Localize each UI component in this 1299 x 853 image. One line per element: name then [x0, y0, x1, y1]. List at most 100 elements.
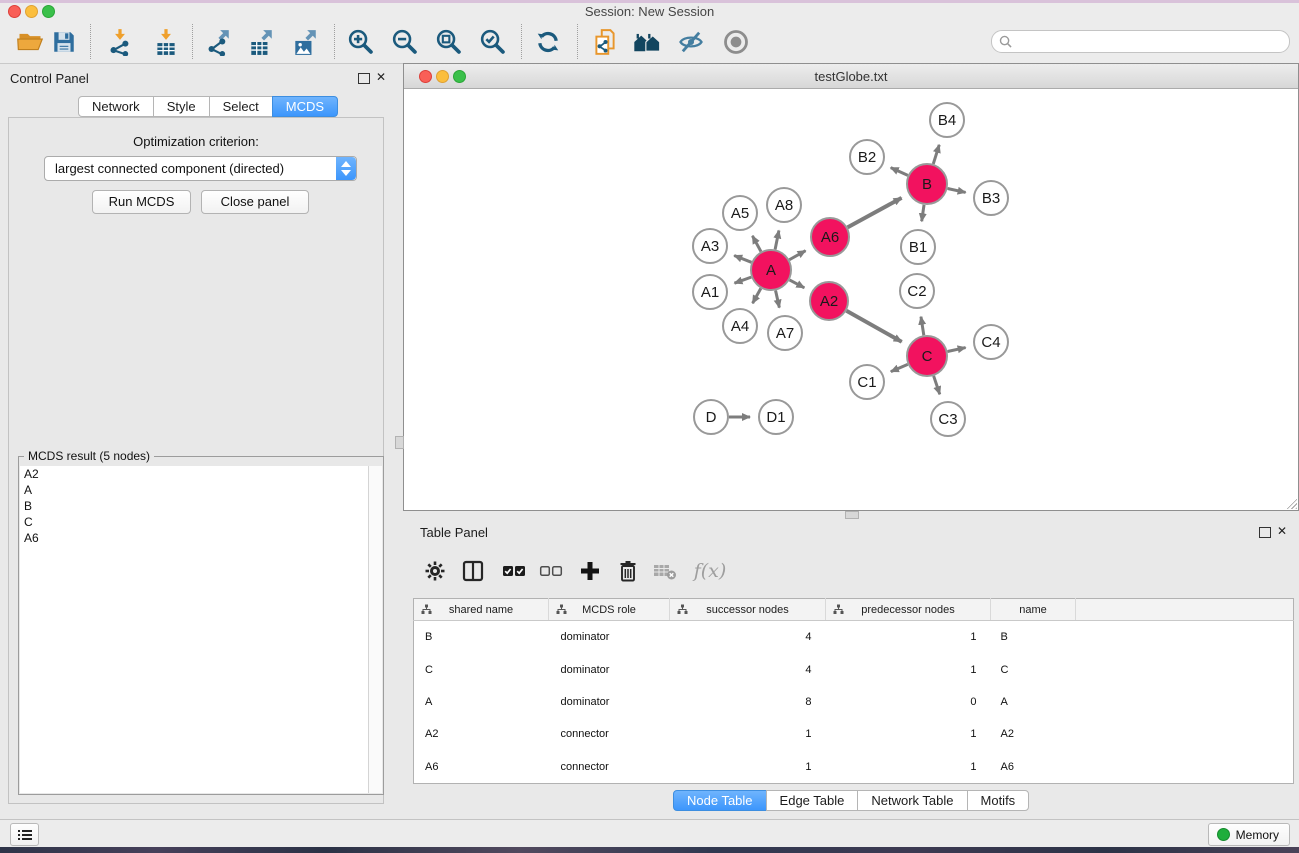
graph-edge[interactable]	[775, 230, 779, 249]
memory-button[interactable]: Memory	[1208, 823, 1290, 846]
open-file-button[interactable]	[15, 27, 45, 57]
mcds-result-list[interactable]: A2ABCA6	[20, 466, 369, 793]
tab-motifs[interactable]: Motifs	[967, 790, 1030, 811]
function-builder-button[interactable]: f(x)	[692, 557, 728, 585]
zoom-fit-button[interactable]	[434, 27, 464, 57]
toggle-panel-layout-button[interactable]	[459, 557, 487, 585]
zoom-out-button[interactable]	[390, 27, 420, 57]
mcds-result-item[interactable]: A2	[20, 466, 369, 482]
select-all-button[interactable]	[500, 557, 528, 585]
duplicate-network-button[interactable]	[590, 27, 620, 57]
graph-node[interactable]: D1	[759, 400, 793, 434]
graph-node[interactable]: B2	[850, 140, 884, 174]
home-layout-button[interactable]	[632, 27, 662, 57]
graph-edge[interactable]	[752, 236, 761, 252]
import-network-button[interactable]	[105, 27, 135, 57]
table-panel-float-icon[interactable]	[1259, 527, 1271, 538]
close-panel-button[interactable]: Close panel	[201, 190, 309, 214]
column-header-mcds-role[interactable]: MCDS role	[549, 599, 670, 621]
graph-node[interactable]: A	[751, 250, 791, 290]
graph-node[interactable]: A5	[723, 196, 757, 230]
graph-node[interactable]: A4	[723, 309, 757, 343]
graph-edge[interactable]	[948, 348, 966, 352]
mcds-result-item[interactable]: B	[20, 498, 369, 514]
optimization-criterion-dropdown[interactable]: largest connected component (directed)	[44, 156, 357, 181]
show-details-button[interactable]	[721, 27, 751, 57]
table-row[interactable]: Adominator80A	[414, 686, 1294, 718]
tab-network[interactable]: Network	[78, 96, 154, 117]
export-image-button[interactable]	[290, 27, 320, 57]
table-panel-close-icon[interactable]: ✕	[1277, 524, 1287, 538]
zoom-in-button[interactable]	[346, 27, 376, 57]
column-header-predecessor-nodes[interactable]: predecessor nodes	[826, 599, 991, 621]
graph-node[interactable]: C4	[974, 325, 1008, 359]
graph-edge[interactable]	[789, 251, 805, 260]
graph-node[interactable]: A2	[810, 282, 848, 320]
import-table-button[interactable]	[151, 27, 181, 57]
tab-style[interactable]: Style	[153, 96, 210, 117]
graph-node[interactable]: C2	[900, 274, 934, 308]
graph-node[interactable]: B1	[901, 230, 935, 264]
graph-edge[interactable]	[921, 317, 924, 336]
add-column-button[interactable]	[576, 557, 604, 585]
graph-node[interactable]: B3	[974, 181, 1008, 215]
search-field[interactable]	[991, 30, 1290, 53]
table-row[interactable]: A2connector11A2	[414, 718, 1294, 750]
save-session-button[interactable]	[49, 27, 79, 57]
graph-edge[interactable]	[734, 277, 751, 283]
network-graph[interactable]: AA1A2A3A4A5A6A7A8BB1B2B3B4CC1C2C3C4DD1	[404, 88, 1296, 509]
graph-node[interactable]: D	[694, 400, 728, 434]
vertical-splitter-handle[interactable]	[395, 436, 404, 449]
column-header-shared-name[interactable]: shared name	[414, 599, 549, 621]
control-panel-close-icon[interactable]: ✕	[376, 70, 386, 84]
deselect-all-button[interactable]	[537, 557, 565, 585]
graph-node[interactable]: A7	[768, 316, 802, 350]
run-mcds-button[interactable]: Run MCDS	[92, 190, 191, 214]
graph-edge[interactable]	[846, 311, 901, 342]
graph-node[interactable]: A6	[811, 218, 849, 256]
graph-edge[interactable]	[848, 198, 902, 228]
column-header-successor-nodes[interactable]: successor nodes	[670, 599, 826, 621]
graph-node[interactable]: A3	[693, 229, 727, 263]
graph-edge[interactable]	[776, 290, 780, 307]
graph-edge[interactable]	[790, 280, 805, 288]
delete-table-button[interactable]	[651, 557, 679, 585]
export-table-button[interactable]	[246, 27, 276, 57]
task-history-button[interactable]	[10, 823, 39, 846]
table-row[interactable]: A6connector11A6	[414, 750, 1294, 783]
delete-column-button[interactable]	[614, 557, 642, 585]
graph-edge[interactable]	[948, 188, 966, 192]
graph-edge[interactable]	[933, 145, 939, 164]
table-row[interactable]: Bdominator41B	[414, 621, 1294, 654]
mcds-result-item[interactable]: A	[20, 482, 369, 498]
graph-node[interactable]: A8	[767, 188, 801, 222]
zoom-selected-button[interactable]	[478, 27, 508, 57]
column-header-name[interactable]: name	[991, 599, 1076, 621]
tab-select[interactable]: Select	[209, 96, 273, 117]
mcds-result-scrollbar[interactable]	[368, 466, 382, 793]
mcds-result-item[interactable]: C	[20, 514, 369, 530]
tab-network-table[interactable]: Network Table	[857, 790, 967, 811]
graph-edge[interactable]	[753, 288, 761, 303]
network-window-titlebar[interactable]: testGlobe.txt	[404, 64, 1298, 89]
tab-node-table[interactable]: Node Table	[673, 790, 767, 811]
search-input[interactable]	[1016, 32, 1280, 51]
mcds-result-item[interactable]: A6	[20, 530, 369, 546]
hide-details-button[interactable]	[676, 27, 706, 57]
table-row[interactable]: Cdominator41C	[414, 654, 1294, 686]
graph-node[interactable]: C3	[931, 402, 965, 436]
tab-edge-table[interactable]: Edge Table	[766, 790, 859, 811]
graph-node[interactable]: A1	[693, 275, 727, 309]
export-network-button[interactable]	[203, 27, 233, 57]
table-settings-button[interactable]	[421, 557, 449, 585]
graph-edge[interactable]	[734, 256, 751, 263]
tab-mcds[interactable]: MCDS	[272, 96, 338, 117]
graph-edge[interactable]	[922, 205, 924, 221]
control-panel-float-icon[interactable]	[358, 73, 370, 84]
graph-node[interactable]: B	[907, 164, 947, 204]
graph-edge[interactable]	[891, 364, 908, 371]
graph-node[interactable]: B4	[930, 103, 964, 137]
refresh-button[interactable]	[533, 27, 563, 57]
graph-edge[interactable]	[934, 376, 940, 394]
graph-node[interactable]: C1	[850, 365, 884, 399]
